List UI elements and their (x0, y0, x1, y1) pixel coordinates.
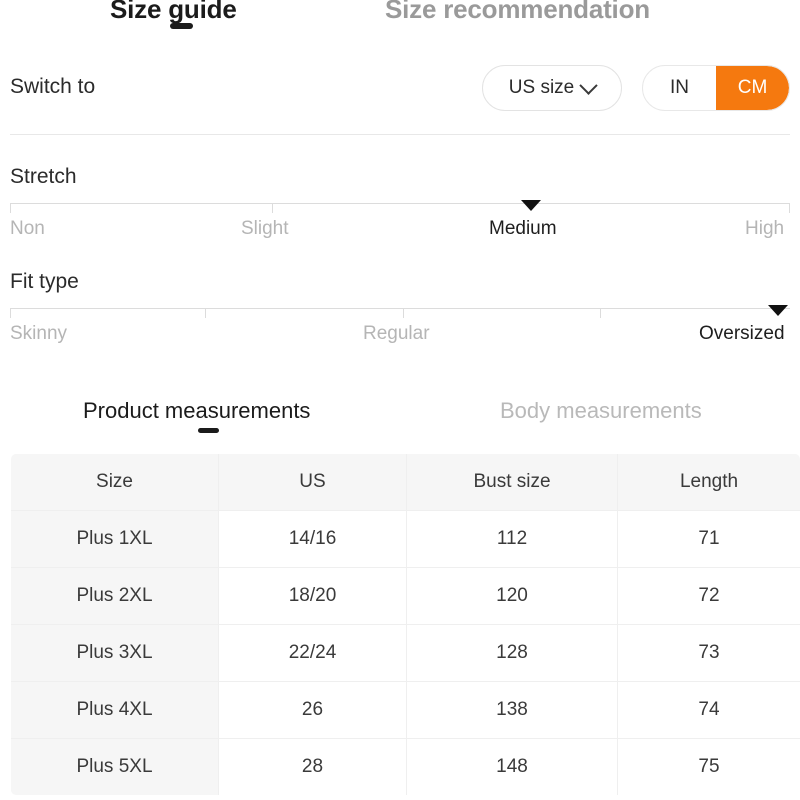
table-header-us: US (218, 454, 407, 511)
cell-bust: 120 (406, 567, 618, 625)
cell-length: 74 (617, 681, 800, 739)
table-row: Plus 4XL 26 138 74 (11, 681, 800, 739)
unit-toggle[interactable]: IN CM (642, 65, 790, 111)
cell-length: 75 (617, 738, 800, 795)
chevron-down-icon (579, 75, 598, 95)
cell-size: Plus 4XL (11, 681, 219, 739)
stretch-section: Stretch Non Slight Medium High (0, 163, 800, 258)
size-system-dropdown[interactable]: US size (482, 65, 622, 111)
stretch-marker (521, 200, 541, 211)
cell-length: 71 (617, 510, 800, 568)
cell-bust: 138 (406, 681, 618, 739)
cell-length: 73 (617, 624, 800, 682)
fit-type-tick-0 (10, 309, 11, 318)
unit-option-in[interactable]: IN (643, 66, 716, 110)
table-header-length: Length (617, 454, 800, 511)
cell-size: Plus 3XL (11, 624, 219, 682)
cell-us: 18/20 (218, 567, 407, 625)
cell-bust: 148 (406, 738, 618, 795)
stretch-label-non[interactable]: Non (10, 216, 45, 242)
stretch-label-medium[interactable]: Medium (489, 216, 557, 242)
fit-type-tick-2 (403, 309, 404, 318)
table-row: Plus 2XL 18/20 120 72 (11, 567, 800, 625)
cell-us: 22/24 (218, 624, 407, 682)
fit-type-section: Fit type Skinny Regular Oversized (0, 268, 800, 363)
cell-us: 28 (218, 738, 407, 795)
cell-length: 72 (617, 567, 800, 625)
cell-bust: 112 (406, 510, 618, 568)
fit-type-tick-1 (205, 309, 206, 318)
cell-us: 14/16 (218, 510, 407, 568)
stretch-label-slight[interactable]: Slight (241, 216, 289, 242)
tab-body-measurements[interactable]: Body measurements (500, 396, 702, 426)
fit-type-tick-3 (600, 309, 601, 318)
cell-size: Plus 5XL (11, 738, 219, 795)
fit-type-marker (768, 305, 788, 316)
cell-size: Plus 1XL (11, 510, 219, 568)
stretch-tick-0 (10, 204, 11, 213)
tab-product-measurements-underline (198, 428, 219, 433)
tab-product-measurements[interactable]: Product measurements (83, 396, 310, 426)
fit-type-scale-track[interactable] (10, 308, 790, 318)
stretch-label-high[interactable]: High (745, 216, 784, 242)
size-system-value: US size (508, 77, 575, 98)
switch-to-label: Switch to (10, 75, 96, 98)
table-row: Plus 1XL 14/16 112 71 (11, 510, 800, 568)
tab-size-guide-underline (170, 23, 193, 29)
table-row: Plus 5XL 28 148 75 (11, 738, 800, 795)
stretch-tick-3 (789, 204, 790, 213)
fit-type-label-oversized[interactable]: Oversized (699, 321, 785, 347)
table-header-bust-size: Bust size (406, 454, 618, 511)
stretch-scale-track[interactable] (10, 203, 790, 213)
fit-type-label-skinny[interactable]: Skinny (10, 321, 67, 347)
stretch-tick-1 (272, 204, 273, 213)
measurement-tabbar: Product measurements Body measurements (0, 396, 800, 442)
size-guide-tabbar: Size guide Size recommendation (0, 0, 800, 44)
table-header-size: Size (11, 454, 219, 511)
fit-type-title: Fit type (10, 270, 79, 293)
fit-type-label-regular[interactable]: Regular (363, 321, 430, 347)
cell-size: Plus 2XL (11, 567, 219, 625)
table-header-row: Size US Bust size Length (11, 454, 800, 511)
table-row: Plus 3XL 22/24 128 73 (11, 624, 800, 682)
switch-to-row: Switch to US size IN CM (0, 60, 800, 118)
size-table: Size US Bust size Length Plus 1XL 14/16 … (10, 453, 800, 796)
cell-us: 26 (218, 681, 407, 739)
stretch-title: Stretch (10, 165, 77, 188)
unit-option-cm[interactable]: CM (716, 66, 789, 110)
tab-size-recommendation[interactable]: Size recommendation (385, 0, 650, 26)
cell-bust: 128 (406, 624, 618, 682)
section-divider (10, 134, 790, 135)
